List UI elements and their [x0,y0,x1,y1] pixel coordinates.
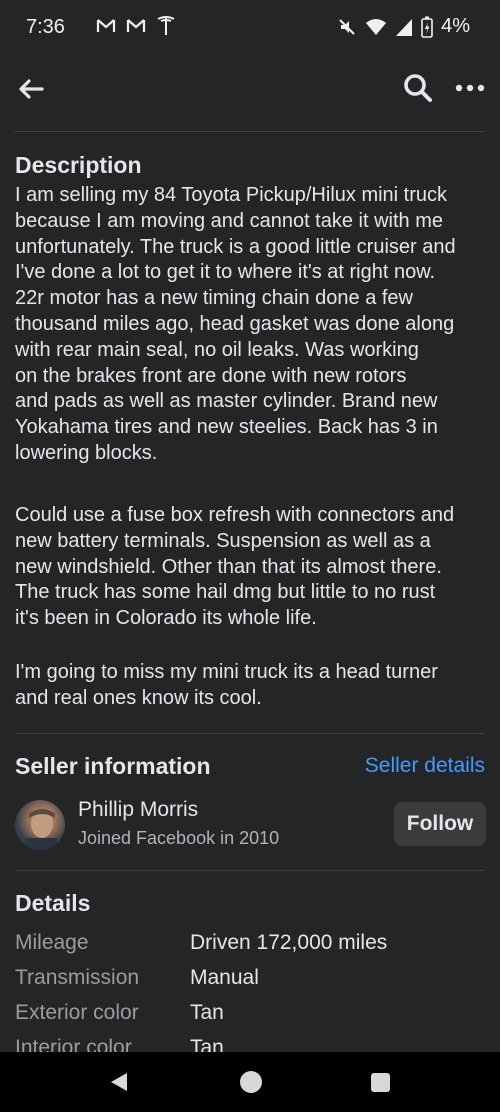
gmail-icon [126,19,146,32]
detail-value: Driven 172,000 miles [190,931,388,954]
battery-percent: 4% [441,15,470,37]
detail-row-transmission: Transmission Manual [15,966,485,996]
detail-label: Mileage [15,931,89,954]
search-icon[interactable] [402,72,434,104]
seller-joined: Joined Facebook in 2010 [78,828,280,848]
more-icon[interactable] [452,72,488,104]
detail-label: Transmission [15,966,140,989]
description-heading: Description [15,152,142,178]
description-paragraph-1: I am selling my 84 Toyota Pickup/Hilux m… [15,184,456,464]
status-time: 7:36 [26,16,65,38]
divider [15,733,485,734]
nav-back-icon[interactable] [108,1071,130,1093]
detail-value: Tan [190,1001,224,1024]
detail-label: Exterior color [15,1001,139,1024]
divider [15,131,485,132]
divider [15,870,485,871]
seller-name[interactable]: Phillip Morris [78,798,198,822]
detail-row-mileage: Mileage Driven 172,000 miles [15,931,485,961]
avatar[interactable] [15,800,65,850]
detail-value: Manual [190,966,259,989]
description-paragraph-3: I'm going to miss my mini truck its a he… [15,661,438,709]
signal-icon [396,18,413,36]
seller-info-heading: Seller information [15,753,211,779]
nav-recents-icon[interactable] [371,1073,390,1092]
seller-details-link[interactable]: Seller details [365,754,485,778]
app-bar [0,56,500,120]
wifi-icon [366,18,387,35]
nav-home-icon[interactable] [240,1071,262,1093]
details-heading: Details [15,890,91,916]
mute-icon [339,18,355,35]
status-bar: 7:36 4% [0,0,500,56]
battery-charging-icon [421,16,433,38]
gmail-icon [96,19,116,32]
follow-button[interactable]: Follow [394,802,486,846]
description-paragraph-2: Could use a fuse box refresh with connec… [15,504,455,630]
system-nav-bar [0,1052,500,1112]
detail-row-exterior-color: Exterior color Tan [15,1001,485,1031]
tesla-icon [157,16,175,35]
back-arrow-icon[interactable] [16,74,46,104]
